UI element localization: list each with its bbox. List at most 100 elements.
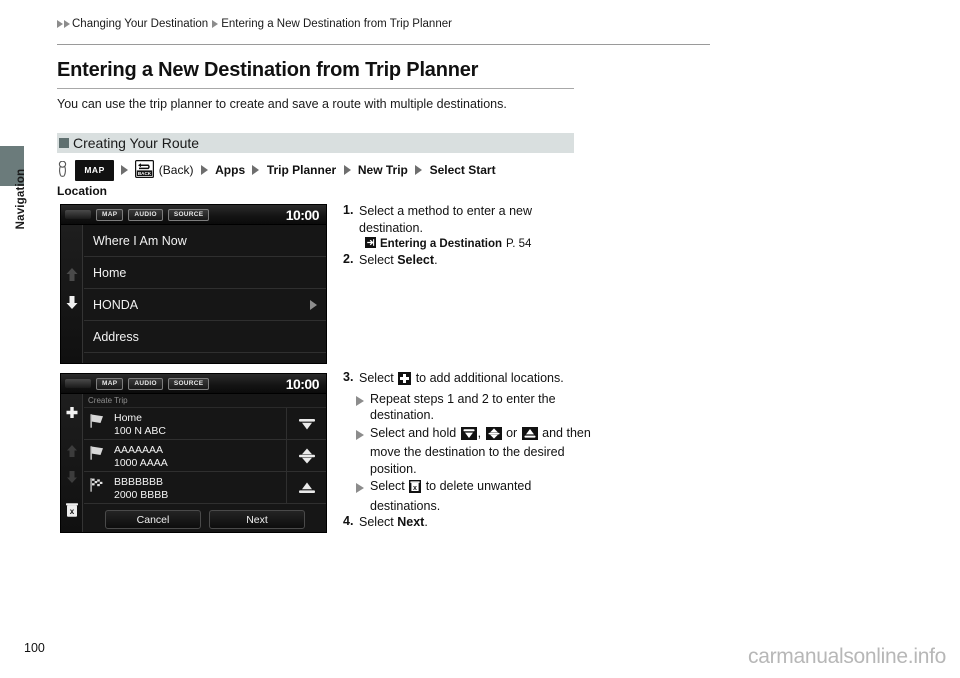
step-text-part: Select [359,253,398,267]
step-text: Select to add additional locations. [359,370,593,390]
step-text-part: to add additional locations. [412,371,564,385]
map-tab-button[interactable]: MAP [96,208,124,221]
home-button-icon[interactable] [65,210,91,219]
sub-step-text-part: , [477,425,485,440]
breadcrumb-item-1[interactable]: Changing Your Destination [72,18,208,30]
step-number: 2. [343,252,354,266]
title-divider [57,88,574,89]
step-3-sub-1: Repeat steps 1 and 2 to enter the destin… [356,391,593,424]
flag-icon [84,412,110,435]
step-text: Select a method to enter a new destinati… [359,204,533,235]
page-number: 100 [24,641,45,655]
watermark: carmanualsonline.info [748,645,946,668]
step-2: 2. Select Select. [343,252,593,269]
destination-address: 2000 BBBB [114,488,169,501]
screen2-topbar: MAP AUDIO SOURCE 10:00 [61,374,326,394]
svg-text:x: x [69,507,74,516]
screen1-scroll-rail [61,225,83,363]
screen2-tool-rail: x [61,394,83,532]
step-3-sub-2: Select and hold , or and then move the d… [356,425,593,478]
move-down-icon [460,426,477,445]
plus-icon[interactable] [64,406,79,426]
move-up-icon [521,426,538,445]
section-bullet-icon [59,138,69,148]
list-item-partial[interactable] [84,353,326,363]
sub-step-text-part: Select and hold [370,425,460,440]
cross-reference[interactable]: Entering a Destination P. 54 [365,237,593,251]
destination-name: BBBBBBB [114,475,164,488]
move-up-icon[interactable] [286,472,326,503]
breadcrumb-arrow-icon [57,20,63,28]
back-label: (Back) [158,163,194,177]
navigation-path: MAP BACK (Back) Apps Trip Planner New Tr… [57,160,577,200]
table-row[interactable]: AAAAAAA 1000 AAAA [84,440,326,472]
section-title: Creating Your Route [73,135,200,151]
list-item[interactable]: HONDA [84,289,326,321]
path-step-trip-planner[interactable]: Trip Planner [267,163,336,177]
clock-display: 10:00 [285,375,320,392]
list-item-label: Where I Am Now [93,233,187,248]
step-1: 1. Select a method to enter a new destin… [343,203,593,236]
header-divider [57,44,710,45]
table-row[interactable]: Home 100 N ABC [84,408,326,440]
bullet-arrow-icon [356,391,370,424]
back-button-icon[interactable]: BACK [135,160,155,183]
list-item[interactable]: Where I Am Now [84,225,326,257]
chevron-right-icon [310,299,317,310]
bullet-arrow-icon [356,478,370,514]
press-finger-icon [57,160,68,182]
path-step-apps[interactable]: Apps [215,163,245,177]
breadcrumb-item-2[interactable]: Entering a New Destination from Trip Pla… [221,18,452,30]
path-arrow-icon [121,165,129,175]
step-number: 4. [343,514,354,528]
path-step-location[interactable]: Location [57,184,107,198]
scroll-down-arrow-icon[interactable] [65,295,78,315]
move-up-down-icon[interactable] [286,440,326,471]
move-down-icon[interactable] [286,408,326,439]
trash-delete-icon[interactable]: x [65,502,79,523]
step-text-part: . [424,515,428,529]
step-3: 3. Select to add additional locations. [343,370,593,390]
svg-text:x: x [413,485,417,492]
list-item-label: Home [93,265,127,280]
path-step-new-trip[interactable]: New Trip [358,163,408,177]
flag-icon [84,444,110,467]
home-button-icon[interactable] [65,379,91,388]
page-title: Entering a New Destination from Trip Pla… [57,59,479,81]
source-tab-button[interactable]: SOURCE [167,208,210,221]
scroll-up-arrow-icon[interactable] [65,267,78,287]
next-button[interactable]: Next [209,510,305,529]
table-row[interactable]: BBBBBBB 2000 BBBB [84,472,326,504]
sidebar-chapter-label: Navigation [15,168,27,230]
screen2-action-buttons: Cancel Next [84,504,326,532]
table-cell-destination: AAAAAAA 1000 AAAA [110,443,286,469]
list-item[interactable]: Address [84,321,326,353]
next-button-label: Next [397,515,425,529]
section-header: Creating Your Route [57,133,574,153]
step-text: Select Next. [359,514,593,531]
step-text: Select Select. [359,252,593,269]
step-4: 4. Select Next. [343,514,593,531]
path-step-select-start[interactable]: Select Start [430,163,496,177]
list-item-label: HONDA [93,297,139,312]
scroll-up-arrow-icon[interactable] [66,444,78,463]
reference-page: P. 54 [506,238,532,250]
audio-tab-button[interactable]: AUDIO [128,208,163,221]
source-tab-button[interactable]: SOURCE [167,377,210,390]
screen1-topbar: MAP AUDIO SOURCE 10:00 [61,205,326,225]
cancel-button[interactable]: Cancel [105,510,201,529]
path-arrow-icon [343,165,351,175]
map-button-icon[interactable]: MAP [75,160,114,181]
sidebar: Navigation [0,0,28,678]
breadcrumb-arrow-icon [212,20,219,28]
clock-display: 10:00 [285,206,320,223]
scroll-down-arrow-icon[interactable] [66,470,78,489]
audio-tab-button[interactable]: AUDIO [128,377,163,390]
map-tab-button[interactable]: MAP [96,377,124,390]
breadcrumb-arrow-icon [64,20,70,28]
screen1-list: Where I Am Now Home HONDA Address [84,225,326,363]
table-cell-destination: Home 100 N ABC [110,411,286,437]
instruction-steps-group-2: 3. Select to add additional locations. R… [343,370,593,532]
list-item[interactable]: Home [84,257,326,289]
destination-address: 1000 AAAA [114,456,168,469]
